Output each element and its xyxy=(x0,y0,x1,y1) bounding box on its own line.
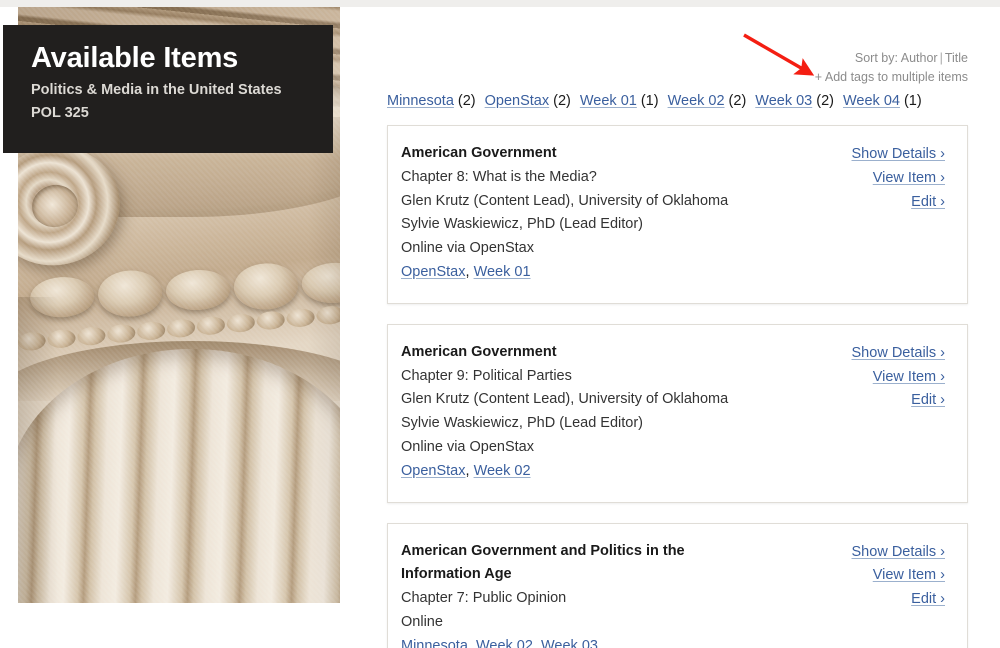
show-details-link[interactable]: Show Details › xyxy=(852,143,945,167)
item-details: American Government Chapter 9: Political… xyxy=(401,341,852,484)
item-actions: Show Details › View Item › Edit › xyxy=(852,142,945,285)
item-title: American Government and Politics in the … xyxy=(401,542,685,583)
toolbar: Sort by: Author | Title + Add tags to mult… xyxy=(815,49,968,87)
sort-label: Sort by: xyxy=(854,51,898,65)
sort-controls: Sort by: Author | Title xyxy=(815,49,968,68)
list-item: American Government Chapter 9: Political… xyxy=(387,323,968,503)
item-tag-openstax[interactable]: OpenStax xyxy=(401,463,466,479)
item-tag-week-01[interactable]: Week 01 xyxy=(474,264,531,280)
add-tags-row: + Add tags to multiple items xyxy=(815,68,968,87)
list-item: American Government Chapter 8: What is t… xyxy=(387,125,968,304)
course-name: Politics & Media in the United States xyxy=(31,82,282,99)
tag-filter-count: (1) xyxy=(903,93,922,109)
tag-filter-count: (1) xyxy=(640,93,659,109)
item-chapter: Chapter 9: Political Parties xyxy=(401,367,572,384)
item-editor: Sylvie Waskiewicz, PhD (Lead Editor) xyxy=(401,415,644,432)
tag-filter-openstax[interactable]: OpenStax xyxy=(485,93,550,109)
show-details-link[interactable]: Show Details › xyxy=(852,342,945,366)
item-tags: OpenStax, Week 01 xyxy=(401,263,531,280)
tag-filter-minnesota[interactable]: Minnesota xyxy=(387,93,454,109)
tag-filter-week-03[interactable]: Week 03 xyxy=(755,93,812,109)
item-chapter: Chapter 8: What is the Media? xyxy=(401,168,597,185)
tag-filter-count: (2) xyxy=(553,93,571,109)
view-item-link[interactable]: View Item › xyxy=(852,564,945,588)
tag-filter-count: (2) xyxy=(728,93,747,109)
edit-link[interactable]: Edit › xyxy=(852,389,945,413)
item-tags: OpenStax, Week 02 xyxy=(401,462,531,479)
item-author: Glen Krutz (Content Lead), University of… xyxy=(401,391,729,408)
item-tag-week-02[interactable]: Week 02 xyxy=(476,638,533,648)
sort-separator: | xyxy=(939,51,943,65)
item-availability: Online xyxy=(401,613,443,630)
item-tag-minnesota[interactable]: Minnesota xyxy=(401,638,468,648)
item-title: American Government xyxy=(401,145,557,161)
item-tag-openstax[interactable]: OpenStax xyxy=(401,264,466,280)
item-availability: Online via OpenStax xyxy=(401,438,534,455)
item-title: American Government xyxy=(401,343,557,360)
main-content: Sort by: Author | Title + Add tags to mult… xyxy=(358,7,1000,648)
sort-by-author-link[interactable]: Author xyxy=(901,51,938,65)
item-chapter: Chapter 7: Public Opinion xyxy=(401,590,567,607)
show-details-link[interactable]: Show Details › xyxy=(852,541,945,565)
view-item-link[interactable]: View Item › xyxy=(852,366,945,390)
add-tags-to-multiple-items-link[interactable]: + Add tags to multiple items xyxy=(815,70,968,84)
tag-filter-count: (2) xyxy=(457,93,476,109)
sort-by-title-link[interactable]: Title xyxy=(945,51,968,65)
item-list: American Government Chapter 8: What is t… xyxy=(387,125,968,648)
item-details: American Government and Politics in the … xyxy=(401,540,852,648)
page-root: Available Items Politics & Media in the … xyxy=(0,0,1000,648)
page-title: Available Items xyxy=(31,42,239,74)
view-item-link[interactable]: View Item › xyxy=(852,167,945,191)
list-item: American Government and Politics in the … xyxy=(387,522,968,648)
tag-filter-week-02[interactable]: Week 02 xyxy=(668,93,725,109)
tag-filter-week-04[interactable]: Week 04 xyxy=(843,93,900,109)
item-actions: Show Details › View Item › Edit › xyxy=(852,341,945,484)
course-title-card: Available Items Politics & Media in the … xyxy=(3,25,333,153)
left-column: Available Items Politics & Media in the … xyxy=(0,0,358,648)
edit-link[interactable]: Edit › xyxy=(852,588,945,612)
item-tags: Minnesota, Week 02, Week 03 xyxy=(401,635,842,648)
course-code: POL 325 xyxy=(31,105,89,121)
item-details: American Government Chapter 8: What is t… xyxy=(401,142,852,285)
item-availability: Online via OpenStax xyxy=(401,240,534,257)
item-tag-week-02[interactable]: Week 02 xyxy=(474,463,531,479)
edit-link[interactable]: Edit › xyxy=(852,191,945,215)
item-editor: Sylvie Waskiewicz, PhD (Lead Editor) xyxy=(401,216,644,233)
item-tag-week-03[interactable]: Week 03 xyxy=(541,638,598,648)
tag-filter-count: (2) xyxy=(816,93,834,109)
tag-filter-week-01[interactable]: Week 01 xyxy=(580,93,637,109)
tag-filter-row: Minnesota (2) OpenStax (2) Week 01 (1) Week 02… xyxy=(387,93,922,109)
item-actions: Show Details › View Item › Edit › xyxy=(852,540,945,648)
item-author: Glen Krutz (Content Lead), University of… xyxy=(401,192,729,209)
